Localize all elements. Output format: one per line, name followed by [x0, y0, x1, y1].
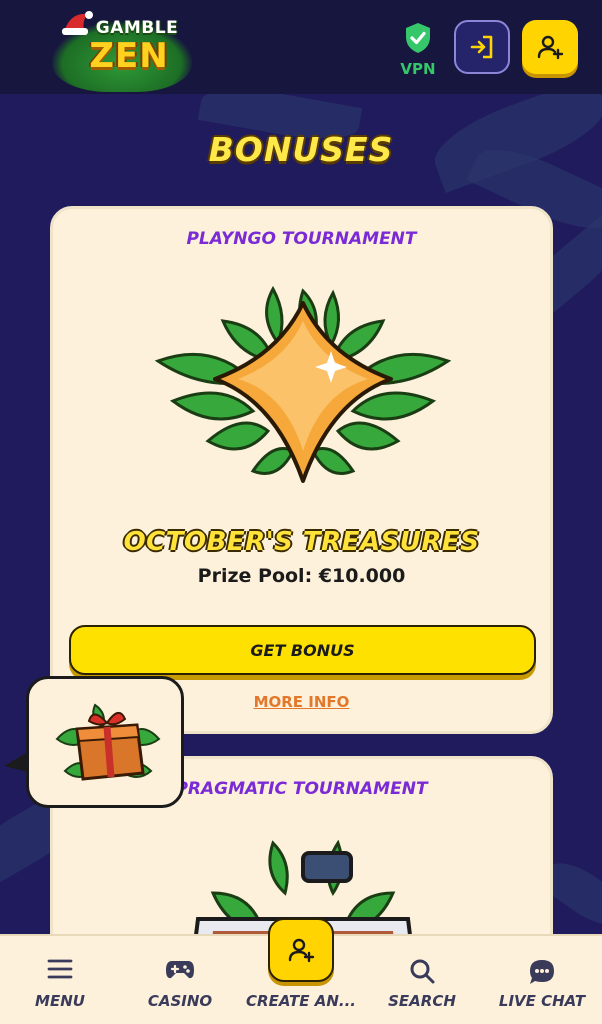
top-header: GAMBLE ZEN VPN [0, 0, 602, 94]
chat-icon [530, 960, 554, 984]
nav-live-chat[interactable]: LIVE CHAT [492, 936, 592, 1024]
get-bonus-button[interactable]: GET BONUS [69, 625, 536, 675]
nav-search[interactable]: SEARCH [380, 936, 464, 1024]
create-account-button[interactable] [268, 918, 334, 982]
gift-popup[interactable] [26, 676, 184, 808]
nav-label: CREATE AN... [246, 992, 356, 1010]
gamepad-icon [166, 961, 194, 979]
gamblezen-logo[interactable]: GAMBLE ZEN [52, 8, 192, 92]
menu-icon [47, 959, 73, 979]
vpn-label: VPN [400, 60, 436, 78]
nav-label: MENU [35, 992, 85, 1010]
login-icon [470, 35, 493, 59]
nav-casino[interactable]: CASINO [140, 936, 220, 1024]
search-icon [410, 959, 435, 984]
tournament-card: PLAYNGO TOURNAMENT OCTOBER'S TREASURES P… [50, 206, 553, 734]
gift-icon [55, 703, 161, 781]
vpn-shield-icon [406, 23, 430, 53]
logo-text-top: GAMBLE [95, 18, 179, 38]
nav-label: CASINO [147, 992, 213, 1010]
logo-text-bottom: ZEN [89, 36, 169, 76]
prize-pool: Prize Pool: €10.000 [197, 565, 406, 587]
vpn-indicator[interactable]: VPN [396, 22, 440, 78]
tournament-name: OCTOBER'S TREASURES [123, 527, 480, 557]
add-user-icon [537, 35, 564, 60]
signup-button[interactable] [522, 20, 578, 74]
add-user-icon [288, 938, 315, 963]
gift-bubble-tail [4, 752, 28, 772]
nav-menu[interactable]: MENU [20, 936, 100, 1024]
card-provider: PLAYNGO TOURNAMENT [186, 229, 417, 249]
treasure-star-icon [154, 285, 452, 483]
login-button[interactable] [454, 20, 510, 74]
page-title: BONUSES [208, 130, 394, 169]
nav-label: LIVE CHAT [498, 992, 586, 1010]
nav-label: SEARCH [388, 992, 456, 1010]
